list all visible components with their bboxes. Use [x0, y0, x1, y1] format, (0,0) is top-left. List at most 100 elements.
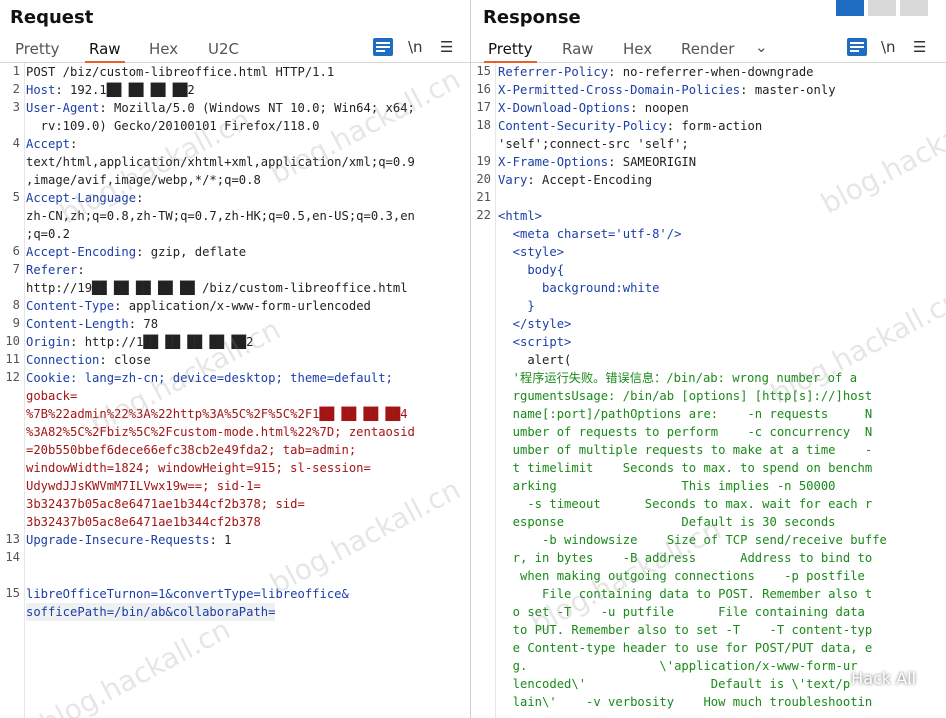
- tab-hex[interactable]: Hex: [145, 40, 182, 61]
- code-line: sofficePath=/bin/ab&collaboraPath=: [26, 603, 276, 621]
- line-number: 15: [5, 586, 20, 600]
- line-number: 12: [5, 370, 20, 384]
- header-name: Content-Type: [26, 299, 115, 313]
- tab-render[interactable]: Render: [677, 40, 738, 61]
- line-number: 20: [476, 172, 491, 186]
- header-value: : form-action: [666, 119, 763, 133]
- menu-icon[interactable]: ☰: [440, 38, 453, 56]
- code-line: <meta charset='utf-8'/>: [498, 225, 682, 243]
- code-line: Accept:: [26, 135, 77, 153]
- layout-vertical-icon[interactable]: [900, 0, 928, 16]
- request-title: Request: [10, 7, 94, 28]
- tab-u2c[interactable]: U2C: [204, 40, 243, 61]
- line-number: 8: [12, 298, 20, 312]
- code-line: Connection: close: [26, 351, 151, 369]
- header-name: X-Permitted-Cross-Domain-Policies: [498, 83, 741, 97]
- code-line: <script>: [498, 333, 572, 351]
- code-line: 'self';connect-src 'self';: [498, 135, 689, 153]
- html-line: background:white: [498, 281, 660, 295]
- line-number: 15: [476, 64, 491, 78]
- code-line: ,image/avif,image/webp,*/*;q=0.8: [26, 171, 261, 189]
- code-line: lencoded\' Default is \'text/p: [498, 675, 851, 693]
- header-value: : http://1██ ██ ██ ██ ██2: [70, 335, 254, 349]
- alert-string: t timelimit Seconds to max. to spend on …: [498, 461, 873, 475]
- cookie-value: UdywdJJsKWVmM7ILVwx19w==; sid-1=: [26, 479, 261, 493]
- tab-pretty[interactable]: Pretty: [484, 40, 537, 63]
- code-line: 3b32437b05ac8e6471ae1b344cf2b378; sid=: [26, 495, 305, 513]
- code-line: File containing data to POST. Remember a…: [498, 585, 872, 603]
- code-line: Accept-Encoding: gzip, deflate: [26, 243, 246, 261]
- code-line: Vary: Accept-Encoding: [498, 171, 652, 189]
- code-line: arking This implies -n 50000: [498, 477, 836, 495]
- code-line: X-Download-Options: noopen: [498, 99, 689, 117]
- code-line: to PUT. Remember also to set -T -T conte…: [498, 621, 873, 639]
- line-number: 9: [12, 316, 20, 330]
- cookie-value: %7B%22admin%22%3A%22http%3A%5C%2F%5C%2F1…: [26, 407, 408, 421]
- code-line: -s timeout Seconds to max. wait for each…: [498, 495, 872, 513]
- newline-icon[interactable]: \n: [408, 38, 423, 56]
- layout-horizontal-icon[interactable]: [868, 0, 896, 16]
- code-line: o set -T -u putfile File containing data: [498, 603, 865, 621]
- menu-icon[interactable]: ☰: [913, 38, 926, 56]
- code-line: t timelimit Seconds to max. to spend on …: [498, 459, 873, 477]
- response-tabs: Pretty Raw Hex Render ⌄: [471, 36, 946, 63]
- alert-string: '程序运行失败。错误信息：/bin/ab: wrong number of a: [498, 371, 858, 385]
- line-number: 18: [476, 118, 491, 132]
- tab-raw[interactable]: Raw: [85, 40, 125, 63]
- code-line: Accept-Language:: [26, 189, 143, 207]
- cookie-value: %3A82%5C%2Fbiz%5C%2Fcustom-mode.html%22%…: [26, 425, 415, 439]
- code-line: g. \'application/x-www-form-ur: [498, 657, 858, 675]
- code-line: lain\' -v verbosity How much troubleshoo…: [498, 693, 873, 711]
- alert-string: to PUT. Remember also to set -T -T conte…: [498, 623, 873, 637]
- cookie-value: =20b550bbef6dece66efc38cb2e49fda2; tab=a…: [26, 443, 357, 457]
- response-title: Response: [483, 7, 581, 28]
- chevron-down-icon[interactable]: ⌄: [751, 38, 772, 59]
- html-line: }: [498, 299, 535, 313]
- code-line: name[:port]/pathOptions are: -n requests…: [498, 405, 873, 423]
- cookie-value: windowWidth=1824; windowHeight=915; sl-s…: [26, 461, 371, 475]
- code-line: </style>: [498, 315, 572, 333]
- header-name: X-Download-Options: [498, 101, 631, 115]
- header-name: Cookie:: [26, 371, 85, 385]
- header-name: Vary: [498, 173, 528, 187]
- newline-icon[interactable]: \n: [881, 38, 896, 56]
- request-pane: Request Pretty Raw Hex U2C \n ☰ 1 POST /b…: [0, 0, 471, 718]
- code-line: UdywdJJsKWVmM7ILVwx19w==; sid-1=: [26, 477, 261, 495]
- wrap-lines-icon[interactable]: [847, 38, 867, 56]
- code-line: goback=: [26, 387, 77, 405]
- header-value: text/html,application/xhtml+xml,applicat…: [26, 155, 415, 169]
- tab-pretty[interactable]: Pretty: [11, 40, 64, 61]
- watermark: blog.hackall.cn: [264, 472, 466, 601]
- tab-raw[interactable]: Raw: [558, 40, 598, 61]
- line-number: 4: [12, 136, 20, 150]
- response-pane: Response Pretty Raw Hex Render ⌄ \n ☰ 15…: [471, 0, 946, 718]
- header-name: Host: [26, 83, 56, 97]
- line-number: 17: [476, 100, 491, 114]
- header-name: Referrer-Policy: [498, 65, 609, 79]
- body-params: libreOfficeTurnon=1&convertType=libreoff…: [26, 587, 349, 601]
- code-line: Cookie: lang=zh-cn; device=desktop; them…: [26, 369, 393, 387]
- header-value: : Accept-Encoding: [527, 173, 653, 187]
- line-number: 21: [476, 190, 491, 204]
- alert-string: o set -T -u putfile File containing data: [498, 605, 865, 619]
- header-name: User-Agent: [26, 101, 100, 115]
- line-number: 3: [12, 100, 20, 114]
- alert-string: r, in bytes -B address Address to bind t…: [498, 551, 873, 565]
- header-value: : Mozilla/5.0 (Windows NT 10.0; Win64; x…: [99, 101, 415, 115]
- header-value: ;q=0.2: [26, 227, 71, 241]
- alert-string: when making outgoing connections -p post…: [498, 569, 865, 583]
- alert-string: rgumentsUsage: /bin/ab [options] [http[s…: [498, 389, 873, 403]
- alert-string: lencoded\' Default is \'text/p: [498, 677, 851, 691]
- cookie-value: 3b32437b05ac8e6471ae1b344cf2b378: [26, 515, 261, 529]
- header-name: Content-Length: [26, 317, 129, 331]
- wrap-lines-icon[interactable]: [373, 38, 393, 56]
- code-line: rgumentsUsage: /bin/ab [options] [http[s…: [498, 387, 873, 405]
- tab-hex[interactable]: Hex: [619, 40, 656, 61]
- code-line: Host: 192.1██ ██ ██ ██2: [26, 81, 195, 99]
- code-line: Upgrade-Insecure-Requests: 1: [26, 531, 231, 549]
- body-params: sofficePath=/bin/ab&collaboraPath=: [26, 605, 276, 619]
- line-number: 6: [12, 244, 20, 258]
- header-value: :: [70, 137, 78, 151]
- alert-string: umber of multiple requests to make at a …: [498, 443, 873, 457]
- layout-split-icon[interactable]: [836, 0, 864, 16]
